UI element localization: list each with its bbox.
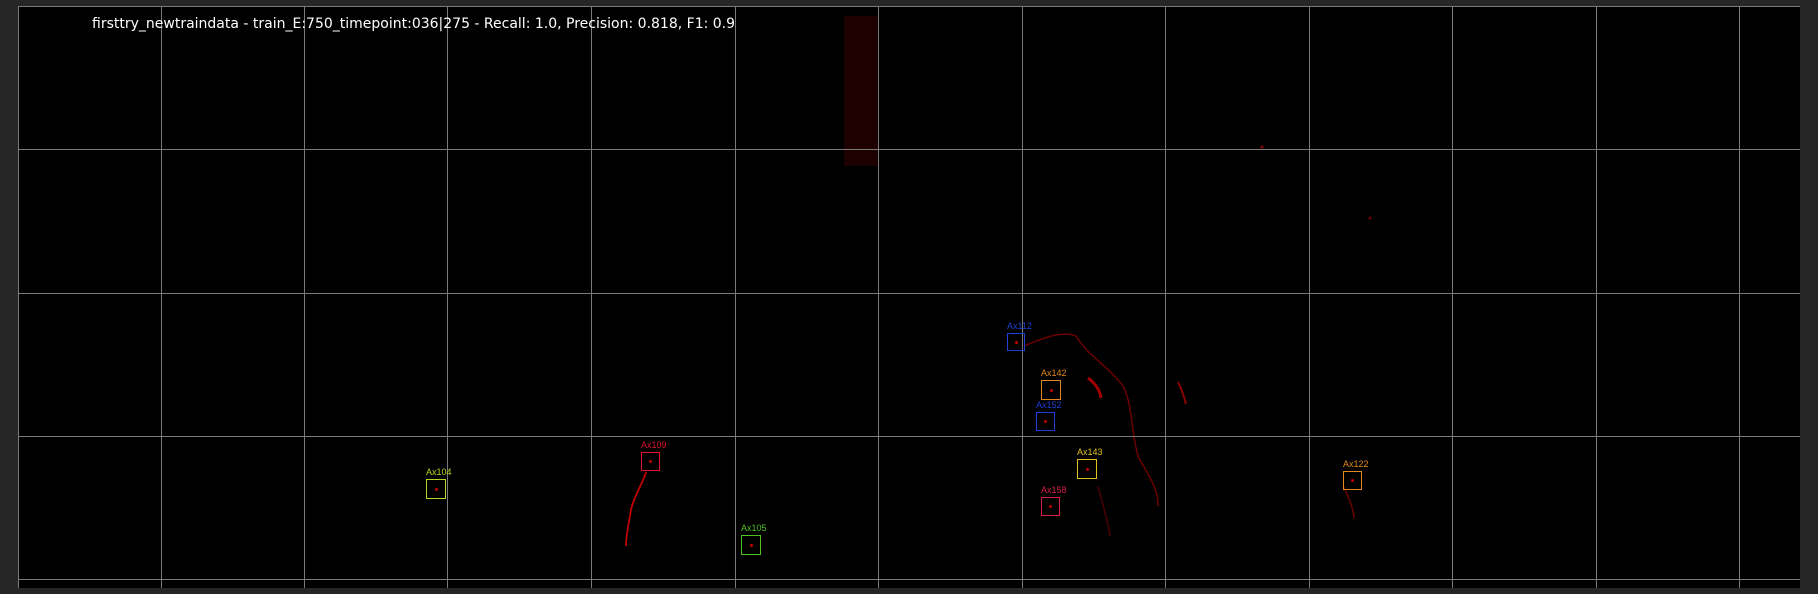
signal-spot — [749, 543, 753, 547]
signal-spot — [1014, 340, 1018, 344]
axon-trace — [625, 471, 647, 547]
signal-spot — [1368, 216, 1372, 220]
plot-title: firsttry_newtraindata - train_E:750_time… — [92, 16, 736, 32]
signal-spot — [1260, 145, 1264, 149]
axon-trace — [1177, 381, 1187, 405]
detection-label: Ax143 — [1077, 447, 1103, 457]
signal-spot — [649, 460, 652, 463]
signal-spot — [434, 487, 438, 491]
signal-spot — [1044, 420, 1047, 423]
image-viewer[interactable]: firsttry_newtraindata - train_E:750_time… — [18, 6, 1800, 588]
signal-band — [844, 16, 878, 166]
detection-label: Ax105 — [741, 523, 767, 533]
signal-spot — [1049, 388, 1053, 392]
signal-spot — [1049, 505, 1052, 508]
detection-label: Ax122 — [1343, 459, 1369, 469]
detection-label: Ax142 — [1041, 368, 1067, 378]
detection-label: Ax152 — [1036, 400, 1062, 410]
detection-label: Ax109 — [641, 440, 667, 450]
signal-spot — [1085, 467, 1089, 471]
axon-trace — [1097, 485, 1111, 537]
grid-lines — [18, 6, 1800, 588]
detection-label: Ax112 — [1007, 321, 1032, 331]
microscopy-image — [18, 6, 1800, 588]
signal-spot — [1351, 479, 1354, 482]
detection-label: Ax158 — [1041, 485, 1067, 495]
axon-trace — [1087, 376, 1103, 399]
axon-trace — [1342, 485, 1355, 519]
detection-label: Ax104 — [426, 467, 452, 477]
